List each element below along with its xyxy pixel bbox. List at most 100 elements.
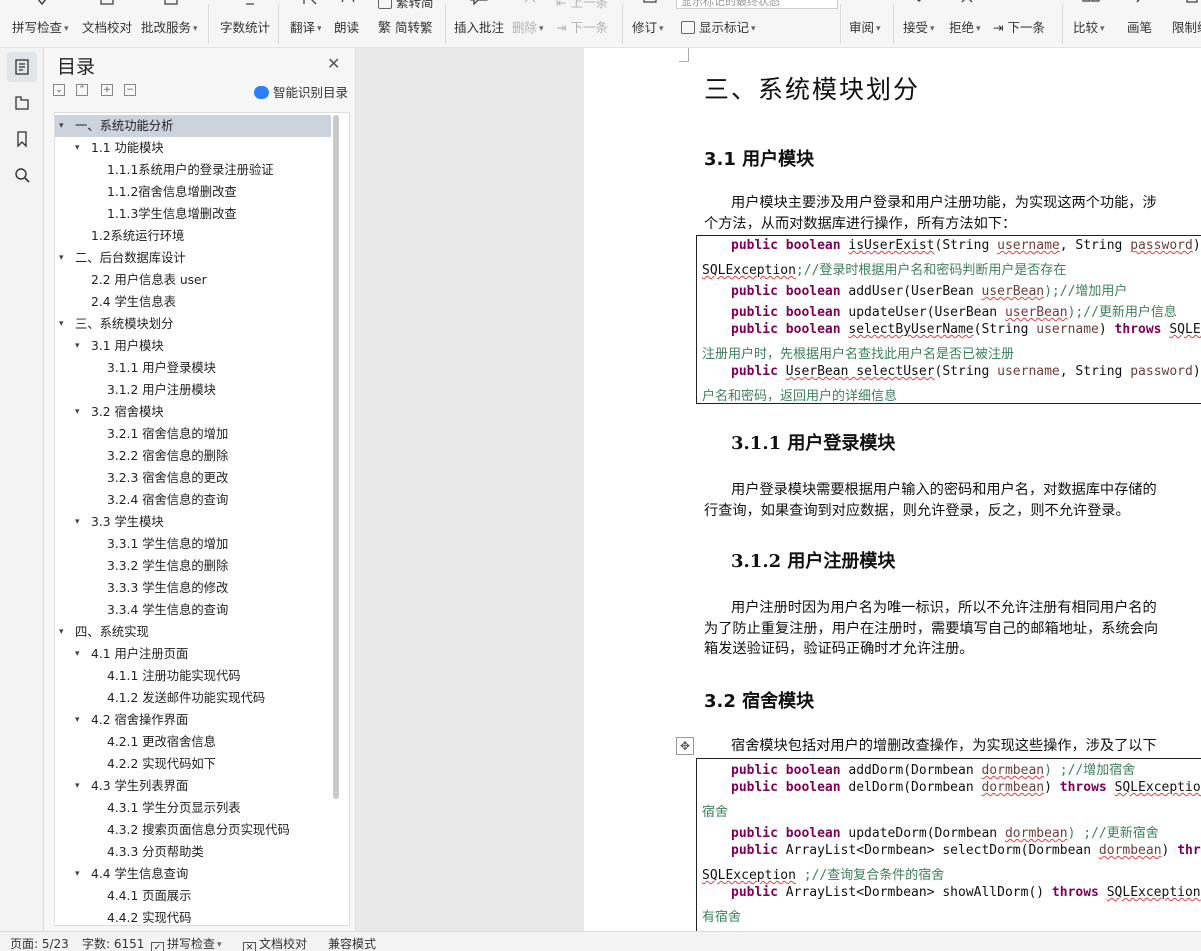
toc-item[interactable]: 2.4 学生信息表 [55, 291, 331, 313]
review-button[interactable]: 审阅 ▾ [849, 0, 885, 47]
display-mode-select[interactable]: 显示标记的最终状态 [676, 0, 838, 9]
toc-item[interactable]: 1.1.1系统用户的登录注册验证 [55, 159, 331, 181]
toc-item[interactable]: 3.3.2 学生信息的删除 [55, 555, 331, 577]
toc-item[interactable]: 1.1.2宿舍信息增删改查 [55, 181, 331, 203]
insert-comment-button[interactable]: 插入批注 [454, 0, 504, 47]
expand-toggle-icon[interactable]: ▾ [59, 621, 64, 643]
expand-up-icon[interactable]: ⌃ [76, 84, 88, 96]
expand-toggle-icon[interactable]: ▾ [59, 247, 64, 269]
next-comment-button[interactable]: ⇥ 下一条 [556, 17, 608, 36]
toc-item[interactable]: 3.2.3 宿舍信息的更改 [55, 467, 331, 489]
expand-toggle-icon[interactable]: ▾ [75, 511, 80, 533]
toolbar-separator [445, 4, 446, 44]
toc-item[interactable]: 2.2 用户信息表 user [55, 269, 331, 291]
toc-item[interactable]: ▾ 二、后台数据库设计 [55, 247, 331, 269]
restrict-editing-button[interactable]: 限制编 [1172, 0, 1201, 47]
toc-item[interactable]: ▾ 三、系统模块划分 [55, 313, 331, 335]
page-indicator[interactable]: 页面: 5/23 [10, 935, 69, 951]
word-count-button[interactable]: 字数统计 [220, 0, 270, 47]
word-count-indicator[interactable]: 字数: 6151 [82, 935, 144, 951]
toc-item-label: 四、系统实现 [75, 625, 149, 639]
track-changes-button[interactable]: 修订 ▾ [632, 0, 668, 47]
next-change-icon: ⇥ [993, 20, 1004, 35]
toc-panel-button[interactable] [7, 52, 37, 82]
expand-toggle-icon[interactable]: ▾ [75, 775, 80, 797]
next-change-button[interactable]: ⇥ 下一条 [993, 17, 1045, 36]
toc-item[interactable]: 4.4.1 页面展示 [55, 885, 331, 907]
toc-item[interactable]: ▾ 4.1 用户注册页面 [55, 643, 331, 665]
toc-item[interactable]: 4.1.1 注册功能实现代码 [55, 665, 331, 687]
simp-to-trad-button[interactable]: 繁简转繁 [378, 17, 433, 36]
toc-item[interactable]: 3.3.3 学生信息的修改 [55, 577, 331, 599]
close-icon[interactable]: ✕ [327, 54, 340, 73]
toc-item[interactable]: ▾ 四、系统实现 [55, 621, 331, 643]
toc-item[interactable]: 4.2.1 更改宿舍信息 [55, 731, 331, 753]
toc-item[interactable]: ▾ 一、系统功能分析 [55, 115, 331, 137]
toc-scrollbar[interactable] [333, 115, 339, 799]
toc-item[interactable]: 3.3.1 学生信息的增加 [55, 533, 331, 555]
chapter-nav-button[interactable] [7, 88, 37, 118]
toc-item[interactable]: 1.1.3学生信息增删改查 [55, 203, 331, 225]
spellcheck-button[interactable]: 拼写检查 ▾ [12, 0, 72, 47]
review-service-button[interactable]: 批改服务 ▾ [141, 0, 201, 47]
toc-item[interactable]: 4.3.1 学生分页显示列表 [55, 797, 331, 819]
status-doc-proof-button[interactable]: ✕ 文档校对 [243, 935, 307, 951]
expand-toggle-icon[interactable]: ▾ [59, 115, 64, 137]
toc-item[interactable]: 4.3.3 分页帮助类 [55, 841, 331, 863]
translate-button[interactable]: 翻译 ▾ [290, 0, 324, 47]
toc-item-label: 4.2.2 实现代码如下 [107, 757, 216, 771]
code-line: public ArrayList<Dormbean> selectDorm(Do… [731, 843, 1201, 858]
toc-item-label: 1.2系统运行环境 [91, 229, 185, 243]
expand-toggle-icon[interactable]: ▾ [59, 313, 64, 335]
expand-toggle-icon[interactable]: ▾ [75, 709, 80, 731]
toc-item[interactable]: ▾ 4.4 学生信息查询 [55, 863, 331, 885]
remove-level-icon[interactable]: − [124, 84, 136, 96]
search-button[interactable] [7, 160, 37, 190]
toc-item[interactable]: 4.1.2 发送邮件功能实现代码 [55, 687, 331, 709]
heading-section-3: 三、系统模块划分 [704, 75, 921, 104]
expand-toggle-icon[interactable]: ▾ [75, 335, 80, 357]
toc-item[interactable]: 3.2.2 宿舍信息的删除 [55, 445, 331, 467]
move-handle-icon[interactable]: ✥ [676, 737, 694, 755]
toc-item[interactable]: 4.4.2 实现代码 [55, 907, 331, 925]
code-line: public boolean selectByUserName(String u… [731, 322, 1201, 337]
toc-item[interactable]: ▾ 4.3 学生列表界面 [55, 775, 331, 797]
read-aloud-button[interactable]: 朗读 [334, 0, 364, 47]
expand-toggle-icon[interactable]: ▾ [75, 401, 80, 423]
delete-comment-button[interactable]: 删除 ▾ [512, 0, 548, 47]
trad-to-simp-button[interactable]: 繁转简 [378, 0, 434, 11]
toc-item[interactable]: 4.2.2 实现代码如下 [55, 753, 331, 775]
expand-toggle-icon[interactable]: ▾ [75, 863, 80, 885]
collapse-all-icon[interactable]: ⌄ [53, 84, 65, 96]
document-page[interactable]: 三、系统模块划分 3.1 用户模块 用户模块主要涉及用户登录和用户注册功能，为实… [584, 48, 1201, 931]
add-level-icon[interactable]: + [101, 84, 113, 96]
reject-button[interactable]: 拒绝 ▾ [949, 0, 985, 47]
toc-item[interactable]: 1.2系统运行环境 [55, 225, 331, 247]
accept-button[interactable]: 接受 ▾ [903, 0, 939, 47]
toc-item[interactable]: 3.1.2 用户注册模块 [55, 379, 331, 401]
expand-toggle-icon[interactable]: ▾ [75, 137, 80, 159]
ink-button[interactable]: 画笔 [1127, 0, 1157, 47]
toc-item[interactable]: ▾ 3.1 用户模块 [55, 335, 331, 357]
toc-item[interactable]: ▾ 3.2 宿舍模块 [55, 401, 331, 423]
show-markup-button[interactable]: 显示标记 ▾ [681, 17, 756, 36]
toc-item[interactable]: ▾ 1.1 功能模块 [55, 137, 331, 159]
smart-toc-button[interactable]: 智能识别目录 [254, 82, 348, 101]
toc-item[interactable]: 3.2.4 宿舍信息的查询 [55, 489, 331, 511]
toc-item[interactable]: 3.3.4 学生信息的查询 [55, 599, 331, 621]
toc-item[interactable]: ▾ 3.3 学生模块 [55, 511, 331, 533]
bookmark-button[interactable] [7, 124, 37, 154]
toc-item-label: 3.2.1 宿舍信息的增加 [107, 427, 229, 441]
toc-item[interactable]: 4.3.2 搜索页面信息分页实现代码 [55, 819, 331, 841]
toc-item[interactable]: ▾ 4.2 宿舍操作界面 [55, 709, 331, 731]
prev-comment-button[interactable]: ⇤ 上一条 [556, 0, 608, 11]
toc-item[interactable]: 3.2.1 宿舍信息的增加 [55, 423, 331, 445]
doc-proof-button[interactable]: 文档校对 [82, 0, 132, 47]
paragraph: 宿舍模块包括对用户的增删改查操作，为实现这些操作，涉及了以下 [731, 738, 1157, 754]
expand-toggle-icon[interactable]: ▾ [75, 643, 80, 665]
status-spellcheck-button[interactable]: ✓ 拼写检查 ▾ [151, 935, 222, 951]
compare-button[interactable]: 比较 ▾ [1073, 0, 1109, 47]
toc-item[interactable]: 3.1.1 用户登录模块 [55, 357, 331, 379]
show-markup-icon [681, 21, 695, 34]
translate-icon [294, 0, 320, 10]
